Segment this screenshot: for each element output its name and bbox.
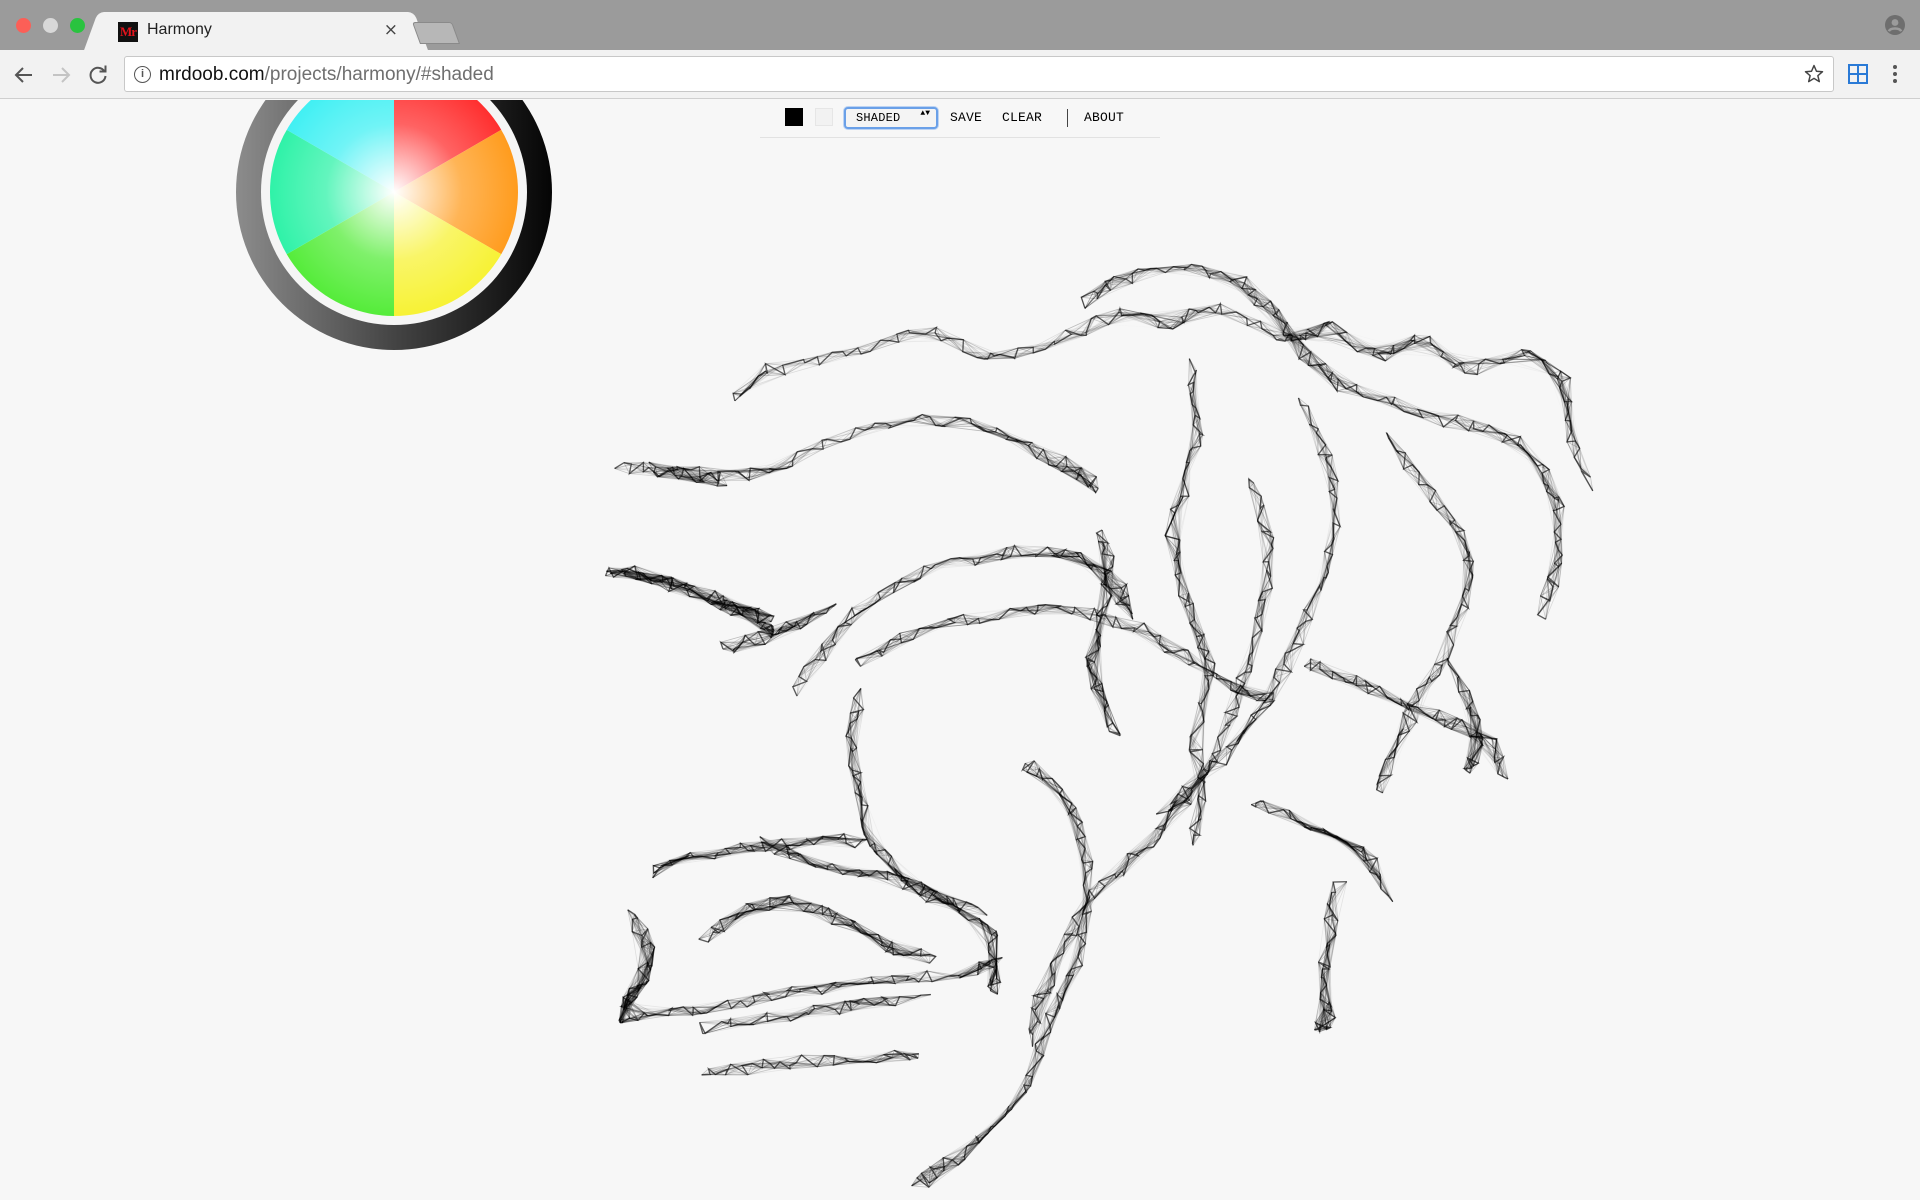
info-icon[interactable]: i xyxy=(134,66,151,83)
brush-select-value: SHADED xyxy=(856,111,901,125)
brush-select[interactable]: SHADED ▲▼ xyxy=(844,107,938,129)
drawing-canvas[interactable]: SHADED ▲▼ SAVE CLEAR ABOUT xyxy=(0,100,1920,1200)
window-maximize-button[interactable] xyxy=(70,18,85,33)
forward-arrow-icon[interactable] xyxy=(49,63,73,87)
clear-button[interactable]: CLEAR xyxy=(1002,110,1042,125)
foreground-color-swatch[interactable] xyxy=(785,108,803,126)
save-button[interactable]: SAVE xyxy=(950,110,982,125)
tab-harmony[interactable]: Mr Harmony × xyxy=(100,12,412,50)
background-color-swatch[interactable] xyxy=(815,108,833,126)
back-arrow-icon[interactable] xyxy=(12,63,36,87)
window-titlebar: Mr Harmony × xyxy=(0,0,1920,50)
address-bar[interactable]: i mrdoob.com/projects/harmony/#shaded xyxy=(124,56,1834,92)
url-host: mrdoob.com xyxy=(159,64,265,85)
menu-divider xyxy=(1067,109,1068,127)
sketch-stroke-8 xyxy=(1028,477,1275,1047)
sketch-stroke-22 xyxy=(1250,800,1394,903)
new-tab-button[interactable] xyxy=(411,22,461,44)
tab-close-icon[interactable]: × xyxy=(384,20,398,40)
url-path: /projects/harmony/#shaded xyxy=(264,64,494,85)
window-minimize-button[interactable] xyxy=(43,18,58,33)
select-arrows-icon: ▲▼ xyxy=(920,109,930,118)
profile-icon[interactable] xyxy=(1884,14,1906,36)
window-close-button[interactable] xyxy=(16,18,31,33)
mrdoob-favicon-icon: Mr xyxy=(118,22,138,42)
kebab-menu-icon[interactable] xyxy=(1884,63,1906,85)
color-wheel-picker[interactable] xyxy=(232,100,557,365)
about-button[interactable]: ABOUT xyxy=(1084,110,1124,125)
url-text[interactable]: mrdoob.com/projects/harmony/#shaded xyxy=(159,64,494,86)
extension-grid-icon[interactable] xyxy=(1847,63,1869,85)
reload-icon[interactable] xyxy=(86,63,110,87)
sketch-stroke-0 xyxy=(732,301,1594,492)
tab-title: Harmony xyxy=(147,21,212,38)
browser-toolbar: i mrdoob.com/projects/harmony/#shaded xyxy=(0,50,1920,99)
star-icon[interactable] xyxy=(1803,63,1825,85)
harmony-menu-bar: SHADED ▲▼ SAVE CLEAR ABOUT xyxy=(760,100,1160,138)
